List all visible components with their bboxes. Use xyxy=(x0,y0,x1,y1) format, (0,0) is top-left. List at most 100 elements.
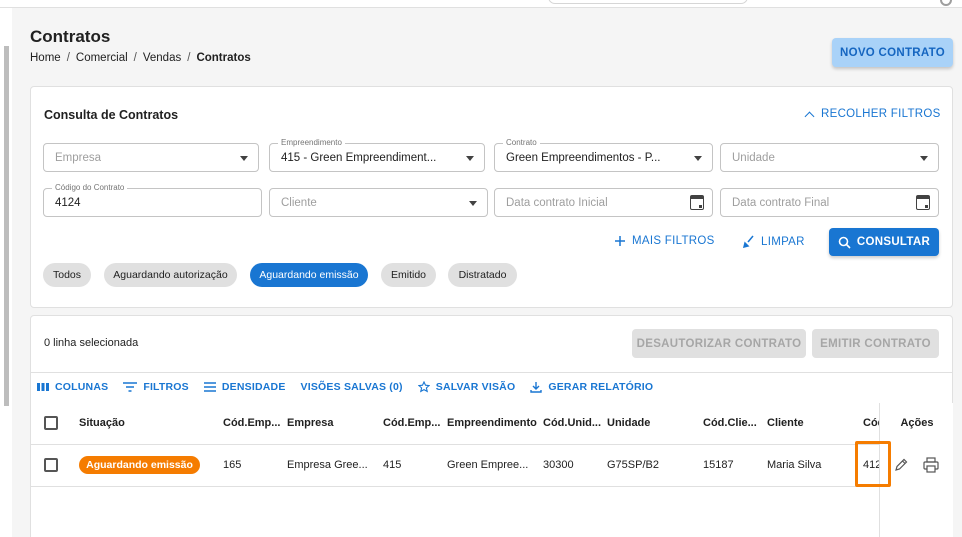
print-icon[interactable] xyxy=(922,456,940,474)
generate-report-label: GERAR RELATÓRIO xyxy=(548,380,654,393)
dropdown-arrow-icon xyxy=(466,156,474,161)
select-all-checkbox[interactable] xyxy=(44,416,58,430)
codigo-contrato-label: Código do Contrato xyxy=(52,183,128,192)
dropdown-arrow-icon xyxy=(240,156,248,161)
clear-label: LIMPAR xyxy=(761,235,805,248)
chip-emitido[interactable]: Emitido xyxy=(381,263,436,287)
breadcrumb-current: Contratos xyxy=(196,52,251,64)
column-header-situacao[interactable]: Situação xyxy=(79,417,209,429)
column-header-empreendimento[interactable]: Empreendimento xyxy=(447,417,539,429)
chip-todos[interactable]: Todos xyxy=(43,263,91,287)
filters-title: Consulta de Contratos xyxy=(44,108,179,122)
clear-button[interactable]: LIMPAR xyxy=(742,235,805,248)
cell-empreendimento: Green Empree... xyxy=(447,459,529,471)
more-filters-label: MAIS FILTROS xyxy=(632,235,715,247)
codigo-contrato-field[interactable]: Código do Contrato 4124 xyxy=(43,183,262,217)
filters-panel: Consulta de Contratos RECOLHER FILTROS E… xyxy=(30,86,953,308)
save-view-label: SALVAR VISÃO xyxy=(435,380,516,393)
breadcrumb-separator: / xyxy=(187,52,191,64)
plus-icon xyxy=(615,236,625,246)
contrato-label: Contrato xyxy=(503,138,540,147)
cliente-select[interactable]: Cliente xyxy=(269,188,488,217)
filter-list-icon xyxy=(123,381,138,392)
codigo-contrato-value: 4124 xyxy=(55,197,81,209)
top-app-bar xyxy=(0,0,962,8)
column-header-acoes: Ações xyxy=(900,417,934,429)
contracts-grid: 0 linha selecionada DESAUTORIZAR CONTRAT… xyxy=(30,315,953,537)
generate-report-button[interactable]: GERAR RELATÓRIO xyxy=(530,381,653,393)
unidade-placeholder: Unidade xyxy=(732,152,775,164)
columns-icon xyxy=(37,382,49,391)
sidebar-scrollbar[interactable] xyxy=(4,46,9,406)
row-checkbox[interactable] xyxy=(44,458,58,472)
emit-contract-button[interactable]: EMITIR CONTRATO xyxy=(812,329,939,358)
top-search-field[interactable] xyxy=(548,0,748,4)
chevron-up-icon xyxy=(804,111,815,121)
cliente-placeholder: Cliente xyxy=(281,197,317,209)
calendar-icon[interactable] xyxy=(916,195,930,210)
edit-highlight xyxy=(855,441,891,487)
chip-aguardando-autorizacao[interactable]: Aguardando autorização xyxy=(104,263,237,287)
data-final-placeholder: Data contrato Final xyxy=(732,197,830,209)
data-final-field[interactable]: Data contrato Final xyxy=(720,188,939,217)
cell-unidade: G75SP/B2 xyxy=(607,459,659,471)
calendar-icon[interactable] xyxy=(690,195,704,210)
filters-label: FILTROS xyxy=(143,380,189,393)
empreendimento-label: Empreendimento xyxy=(278,138,345,147)
collapse-filters-label: RECOLHER FILTROS xyxy=(821,108,941,120)
empreendimento-select[interactable]: Empreendimento 415 - Green Empreendiment… xyxy=(269,138,485,172)
breadcrumb-vendas[interactable]: Vendas xyxy=(143,52,181,64)
saved-views-button[interactable]: VISÕES SALVAS (0) xyxy=(301,381,403,393)
column-header-cliente[interactable]: Cliente xyxy=(767,417,857,429)
cell-empresa: Empresa Gree... xyxy=(287,459,368,471)
column-header-cod[interactable]: Cód xyxy=(863,417,879,429)
density-button[interactable]: DENSIDADE xyxy=(203,380,286,393)
cell-cod-empreendimento: 415 xyxy=(383,459,402,471)
density-label: DENSIDADE xyxy=(221,380,286,393)
column-header-cod-empresa[interactable]: Cód.Emp... xyxy=(223,417,281,429)
column-header-unidade[interactable]: Unidade xyxy=(607,417,697,429)
broom-icon xyxy=(742,235,754,248)
contrato-select[interactable]: Contrato Green Empreendimentos - P... xyxy=(494,138,713,172)
columns-label: COLUNAS xyxy=(55,380,109,393)
cell-cod-empresa: 165 xyxy=(223,459,242,471)
collapse-filters-button[interactable]: RECOLHER FILTROS xyxy=(804,108,941,121)
grid-header: Situação Cód.Emp... Empresa Cód.Emp... E… xyxy=(31,403,952,445)
column-header-cod-cliente[interactable]: Cód.Clie... xyxy=(703,417,761,429)
columns-button[interactable]: COLUNAS xyxy=(37,381,108,393)
column-header-empresa[interactable]: Empresa xyxy=(287,417,377,429)
search-button[interactable]: CONSULTAR xyxy=(829,228,939,256)
unidade-select[interactable]: Unidade xyxy=(720,143,939,172)
cell-cliente: Maria Silva xyxy=(767,459,822,471)
download-icon xyxy=(530,381,543,393)
empresa-select[interactable]: Empresa xyxy=(43,143,259,172)
saved-views-label: VISÕES SALVAS (0) xyxy=(300,380,403,393)
save-view-button[interactable]: SALVAR VISÃO xyxy=(417,380,516,393)
chip-distratado[interactable]: Distratado xyxy=(448,263,517,287)
breadcrumb-comercial[interactable]: Comercial xyxy=(76,52,128,64)
more-filters-button[interactable]: MAIS FILTROS xyxy=(614,235,715,247)
data-inicial-field[interactable]: Data contrato Inicial xyxy=(494,188,713,217)
chip-aguardando-emissao[interactable]: Aguardando emissão xyxy=(250,263,368,287)
breadcrumb: Home / Comercial / Vendas / Contratos xyxy=(30,52,251,64)
breadcrumb-home[interactable]: Home xyxy=(30,52,61,64)
unauthorize-contract-button[interactable]: DESAUTORIZAR CONTRATO xyxy=(632,329,806,358)
search-label: CONSULTAR xyxy=(856,236,931,248)
new-contract-button[interactable]: NOVO CONTRATO xyxy=(832,38,953,67)
column-header-cod-unidade[interactable]: Cód.Unid... xyxy=(543,417,601,429)
density-icon xyxy=(203,381,216,392)
contrato-value: Green Empreendimentos - P... xyxy=(506,152,661,164)
table-row[interactable]: Aguardando emissão 165 Empresa Gree... 4… xyxy=(31,445,952,487)
empreendimento-value: 415 - Green Empreendiment... xyxy=(281,152,437,164)
cell-cod-unidade: 30300 xyxy=(543,459,574,471)
status-badge: Aguardando emissão xyxy=(79,456,200,474)
dropdown-arrow-icon xyxy=(920,156,928,161)
grid-toolbar: COLUNAS FILTROS DENSIDADE VISÕES SALVAS … xyxy=(31,372,952,400)
filters-button[interactable]: FILTROS xyxy=(123,381,189,393)
user-icon[interactable] xyxy=(940,0,952,6)
sidebar xyxy=(0,8,12,537)
column-header-cod-empreendimento[interactable]: Cód.Emp... xyxy=(383,417,441,429)
edit-icon[interactable] xyxy=(893,457,909,473)
dropdown-arrow-icon xyxy=(694,156,702,161)
breadcrumb-separator: / xyxy=(133,52,137,64)
